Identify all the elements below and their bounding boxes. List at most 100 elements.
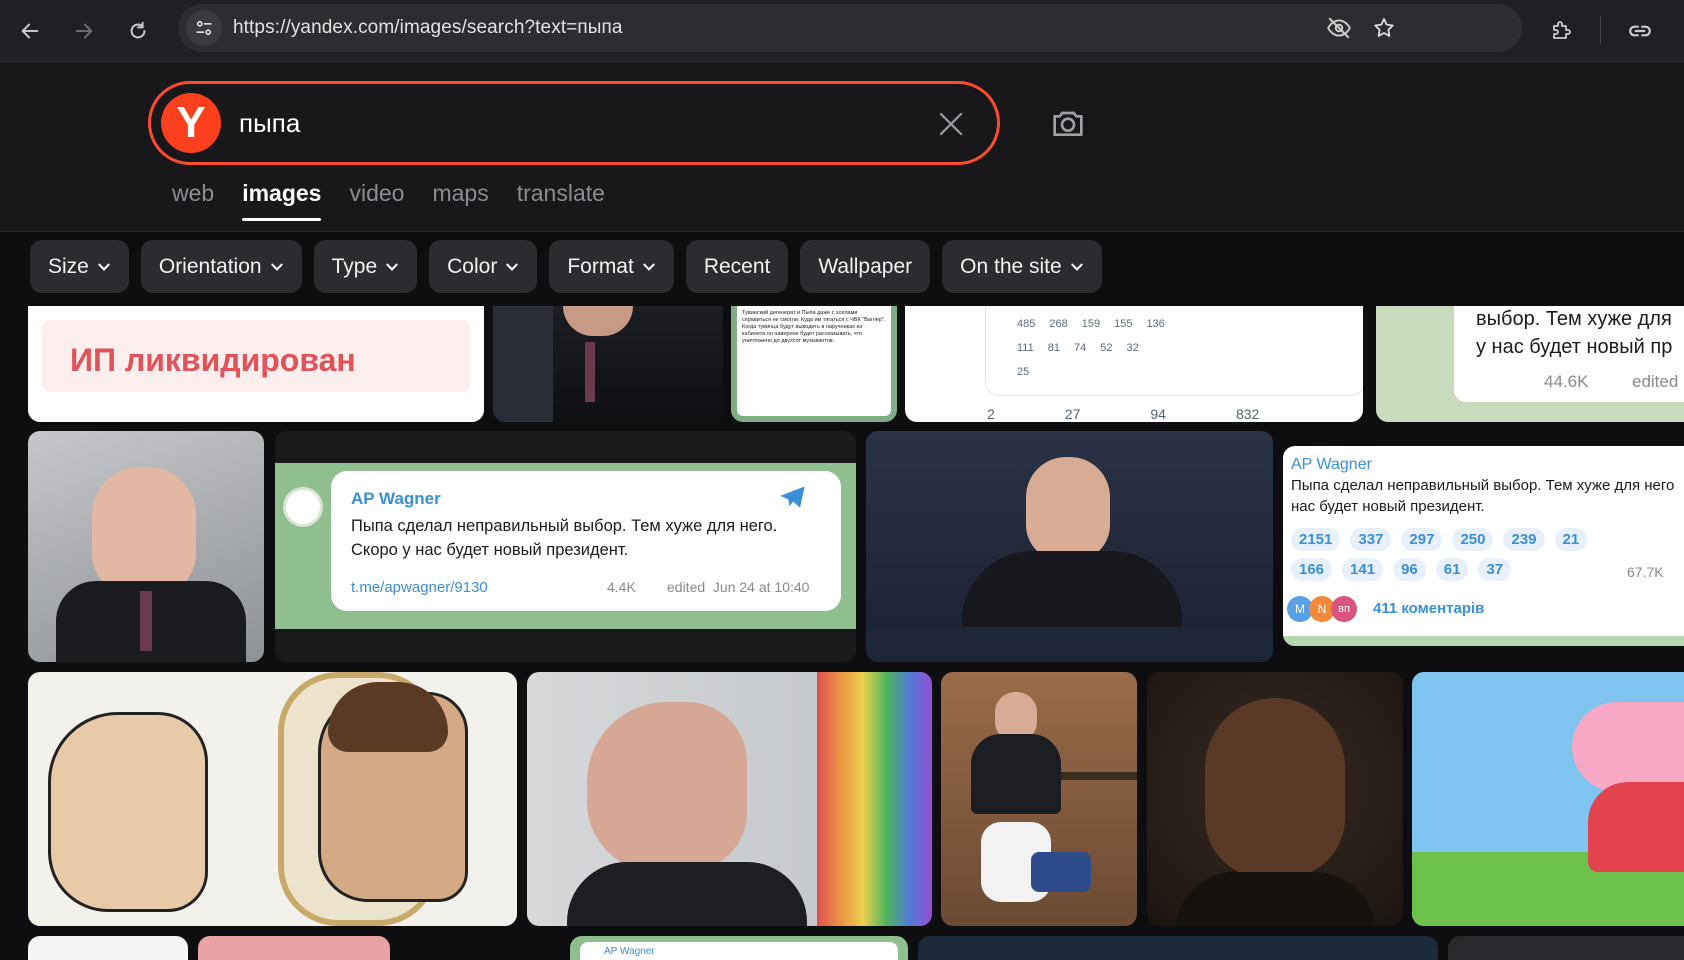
link-icon bbox=[1629, 25, 1651, 37]
url-text[interactable]: https://yandex.com/images/search?text=пы… bbox=[233, 17, 623, 39]
reaction-count: 32 bbox=[1126, 342, 1139, 354]
image-content bbox=[1572, 702, 1684, 792]
image-result[interactable]: AP Wagner Пыпа сделал неправильный выбор… bbox=[275, 431, 856, 662]
chevron-down-icon bbox=[270, 263, 283, 271]
image-result[interactable] bbox=[28, 431, 264, 662]
forward-button[interactable] bbox=[66, 13, 102, 49]
telegram-message: Тувинский дегенерат и Пыпа даже с хохлам… bbox=[737, 306, 891, 416]
tune-icon bbox=[196, 20, 212, 36]
edited-label: edited Jun 24 at 10:40 bbox=[667, 579, 810, 595]
tab-translate[interactable]: translate bbox=[517, 180, 605, 221]
tab-maps[interactable]: maps bbox=[432, 180, 488, 221]
tab-web[interactable]: web bbox=[172, 180, 214, 221]
image-content bbox=[1175, 872, 1375, 926]
filter-label: Orientation bbox=[158, 254, 262, 278]
image-result[interactable] bbox=[28, 672, 517, 926]
image-result[interactable] bbox=[866, 431, 1273, 662]
star-icon bbox=[1374, 18, 1394, 37]
filter-wallpaper[interactable]: Wallpaper bbox=[800, 240, 931, 293]
message-text: Скоро у нас будет новый президент. bbox=[351, 541, 629, 559]
image-content bbox=[1588, 782, 1684, 872]
reaction-row: 25 bbox=[1017, 366, 1029, 378]
image-result[interactable]: выбор. Тем хуже для у нас будет новый пр… bbox=[1376, 306, 1684, 422]
tab-video[interactable]: video bbox=[349, 180, 404, 221]
site-info-button[interactable] bbox=[186, 10, 222, 46]
image-content bbox=[817, 672, 932, 926]
message-text: нас будет новый президент. bbox=[1291, 498, 1485, 515]
comments-link: 411 коментарів bbox=[1373, 600, 1485, 617]
reaction-row: 485 268 159 155 136 bbox=[1017, 318, 1165, 330]
image-result[interactable] bbox=[941, 672, 1137, 926]
back-button[interactable] bbox=[12, 13, 48, 49]
tracking-protection-button[interactable] bbox=[1325, 14, 1353, 42]
image-result[interactable] bbox=[28, 936, 188, 960]
avatar: вп bbox=[1331, 596, 1357, 622]
image-result[interactable]: 485 268 159 155 136 111 81 74 52 32 25 2… bbox=[905, 306, 1363, 422]
chevron-down-icon bbox=[98, 263, 110, 271]
reaction-row: 111 81 74 52 32 bbox=[1017, 342, 1139, 354]
tab-images[interactable]: images bbox=[242, 180, 322, 221]
image-result[interactable] bbox=[198, 936, 390, 960]
image-content bbox=[971, 734, 1061, 814]
image-result[interactable]: Тувинский дегенерат и Пыпа даже с хохлам… bbox=[731, 306, 897, 422]
search-tabs: web images video maps translate bbox=[172, 180, 605, 221]
filter-bar: Size Orientation Type Color Format Recen… bbox=[30, 240, 1102, 293]
filter-color[interactable]: Color bbox=[429, 240, 538, 293]
image-result[interactable] bbox=[1448, 936, 1684, 960]
share-link-button[interactable] bbox=[1622, 13, 1658, 49]
image-result[interactable]: ИП ликвидирован bbox=[28, 306, 484, 422]
reaction-chip: 250 bbox=[1452, 528, 1494, 551]
message-text: выбор. Тем хуже для bbox=[1476, 308, 1672, 330]
image-result[interactable] bbox=[1412, 672, 1684, 926]
image-content bbox=[48, 712, 208, 912]
reaction-count: 111 bbox=[1017, 342, 1034, 354]
message-link: t.me/apwagner/9130 bbox=[351, 579, 488, 596]
address-bar[interactable]: https://yandex.com/images/search?text=пы… bbox=[178, 4, 1522, 52]
message-text: у нас будет новый пр bbox=[1476, 336, 1673, 358]
reaction-row: 166 141 96 61 37 bbox=[1291, 558, 1512, 581]
reaction-count: 52 bbox=[1100, 342, 1113, 354]
reaction-chip: 21 bbox=[1554, 528, 1588, 551]
filter-format[interactable]: Format bbox=[549, 240, 674, 293]
search-by-image-button[interactable] bbox=[1046, 101, 1090, 145]
image-content bbox=[587, 702, 747, 872]
image-content bbox=[866, 627, 1273, 662]
chevron-down-icon bbox=[506, 263, 519, 271]
reaction-chip: 166 bbox=[1291, 558, 1333, 581]
channel-name: AP Wagner bbox=[604, 946, 655, 957]
reload-button[interactable] bbox=[120, 13, 156, 49]
chevron-down-icon bbox=[1070, 263, 1083, 271]
reaction-count: 136 bbox=[1146, 318, 1165, 330]
image-result[interactable]: AP Wagner bbox=[570, 936, 908, 960]
reaction-chip: 37 bbox=[1478, 558, 1512, 581]
image-result[interactable]: AP Wagner Пыпа сделал неправильный выбор… bbox=[1283, 446, 1684, 646]
extensions-button[interactable] bbox=[1543, 13, 1579, 49]
reply-count: 2 bbox=[987, 406, 995, 422]
image-result[interactable] bbox=[527, 672, 932, 926]
clear-search-button[interactable] bbox=[933, 106, 969, 142]
close-icon bbox=[939, 112, 963, 136]
image-result[interactable] bbox=[493, 306, 723, 422]
filter-type[interactable]: Type bbox=[313, 240, 418, 293]
search-input[interactable]: пыпа bbox=[239, 108, 300, 139]
camera-icon bbox=[1053, 111, 1083, 136]
reaction-chip: 239 bbox=[1503, 528, 1545, 551]
image-content bbox=[92, 467, 196, 597]
telegram-message: AP Wagner Пыпа сделал неправильный выбор… bbox=[331, 471, 841, 611]
filter-recent[interactable]: Recent bbox=[685, 240, 789, 293]
browser-toolbar: https://yandex.com/images/search?text=пы… bbox=[0, 0, 1684, 62]
image-result[interactable] bbox=[918, 936, 1438, 960]
search-input-box[interactable]: Y пыпа bbox=[148, 81, 1000, 165]
message-text: Пыпа сделал неправильный выбор. Тем хуже… bbox=[351, 517, 778, 535]
image-result[interactable] bbox=[1147, 672, 1403, 926]
filter-on-the-site[interactable]: On the site bbox=[942, 240, 1102, 293]
yandex-logo[interactable]: Y bbox=[161, 93, 221, 153]
arrow-right-icon bbox=[75, 23, 93, 39]
filter-orientation[interactable]: Orientation bbox=[140, 240, 302, 293]
bookmark-button[interactable] bbox=[1370, 14, 1398, 42]
like-count: 94 bbox=[1150, 406, 1166, 422]
arrow-left-icon bbox=[21, 23, 39, 39]
image-content bbox=[1061, 772, 1137, 780]
filter-size[interactable]: Size bbox=[30, 240, 129, 293]
reaction-count: 25 bbox=[1017, 366, 1030, 378]
